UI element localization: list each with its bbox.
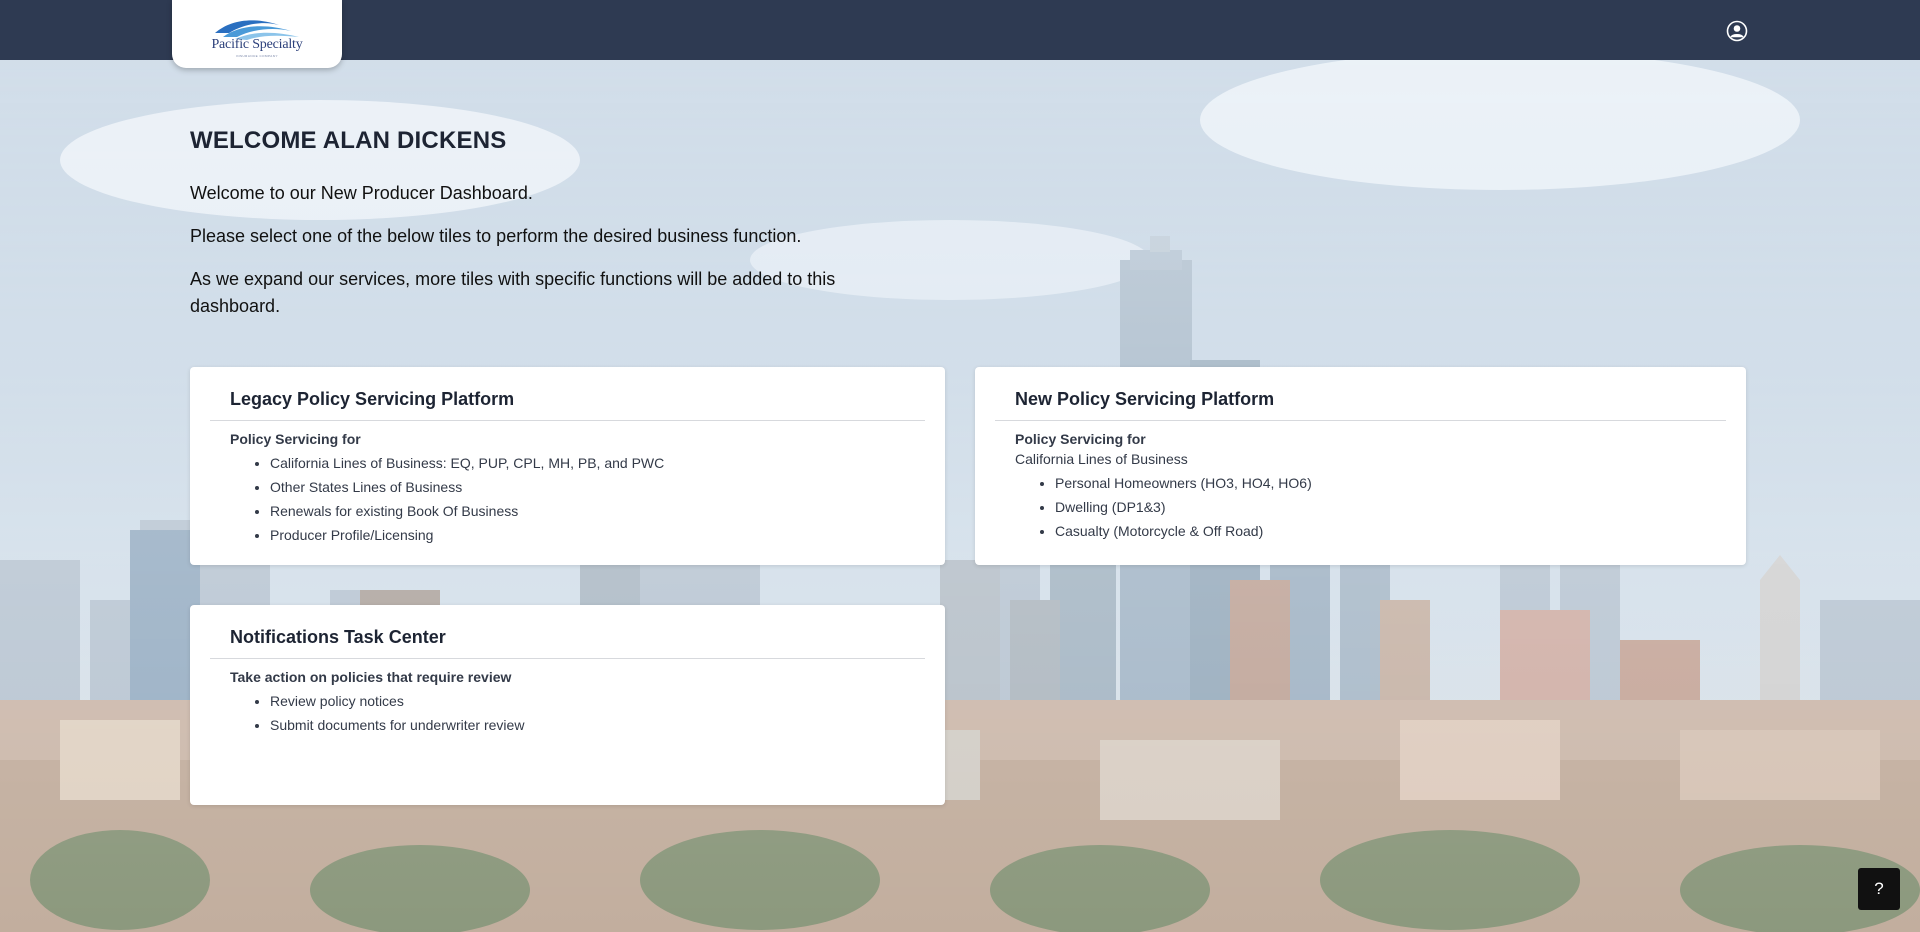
tile-title: New Policy Servicing Platform: [1015, 389, 1275, 409]
list-item: Personal Homeowners (HO3, HO4, HO6): [1055, 471, 1716, 495]
list-item: Submit documents for underwriter review: [270, 713, 915, 737]
tile-title: Legacy Policy Servicing Platform: [230, 389, 515, 409]
tile-body: Take action on policies that require rev…: [230, 667, 915, 737]
tile-subtitle: Policy Servicing for: [1015, 431, 1146, 447]
user-profile-button[interactable]: [1724, 18, 1749, 43]
list-item: California Lines of Business: EQ, PUP, C…: [270, 451, 915, 475]
list-item: Renewals for existing Book Of Business: [270, 499, 915, 523]
tile-feature-list: Personal Homeowners (HO3, HO4, HO6) Dwel…: [1055, 471, 1716, 543]
intro-text-3: As we expand our services, more tiles wi…: [190, 269, 836, 316]
list-item: Casualty (Motorcycle & Off Road): [1055, 519, 1716, 543]
tile-divider: [210, 658, 925, 659]
intro-text-2: Please select one of the below tiles to …: [190, 226, 802, 246]
intro-text-1: Welcome to our New Producer Dashboard.: [190, 183, 533, 203]
user-circle-icon: [1726, 20, 1747, 41]
tile-body: Policy Servicing for California Lines of…: [1015, 429, 1716, 543]
tile-divider: [210, 420, 925, 421]
list-item: Review policy notices: [270, 689, 915, 713]
tile-subtitle: Take action on policies that require rev…: [230, 669, 512, 685]
list-item: Dwelling (DP1&3): [1055, 495, 1716, 519]
logo-wordmark: Pacific Specialty: [211, 36, 303, 52]
tile-feature-list: California Lines of Business: EQ, PUP, C…: [270, 451, 915, 547]
new-policy-tile[interactable]: New Policy Servicing Platform Policy Ser…: [975, 367, 1746, 565]
tile-line: California Lines of Business: [1015, 451, 1188, 467]
legacy-policy-tile[interactable]: Legacy Policy Servicing Platform Policy …: [190, 367, 945, 565]
logo-tagline: INSURANCE COMPANY: [236, 53, 278, 58]
company-logo[interactable]: Pacific Specialty INSURANCE COMPANY: [172, 0, 342, 68]
tile-body: Policy Servicing for California Lines of…: [230, 429, 915, 547]
list-item: Producer Profile/Licensing: [270, 523, 915, 547]
notifications-task-center-tile[interactable]: Notifications Task Center Take action on…: [190, 605, 945, 805]
tile-title: Notifications Task Center: [230, 627, 446, 647]
list-item: Other States Lines of Business: [270, 475, 915, 499]
tile-feature-list: Review policy notices Submit documents f…: [270, 689, 915, 737]
tile-divider: [995, 420, 1726, 421]
help-button[interactable]: ?: [1858, 868, 1900, 910]
tile-subtitle: Policy Servicing for: [230, 431, 361, 447]
page-title: WELCOME ALAN DICKENS: [190, 127, 507, 154]
